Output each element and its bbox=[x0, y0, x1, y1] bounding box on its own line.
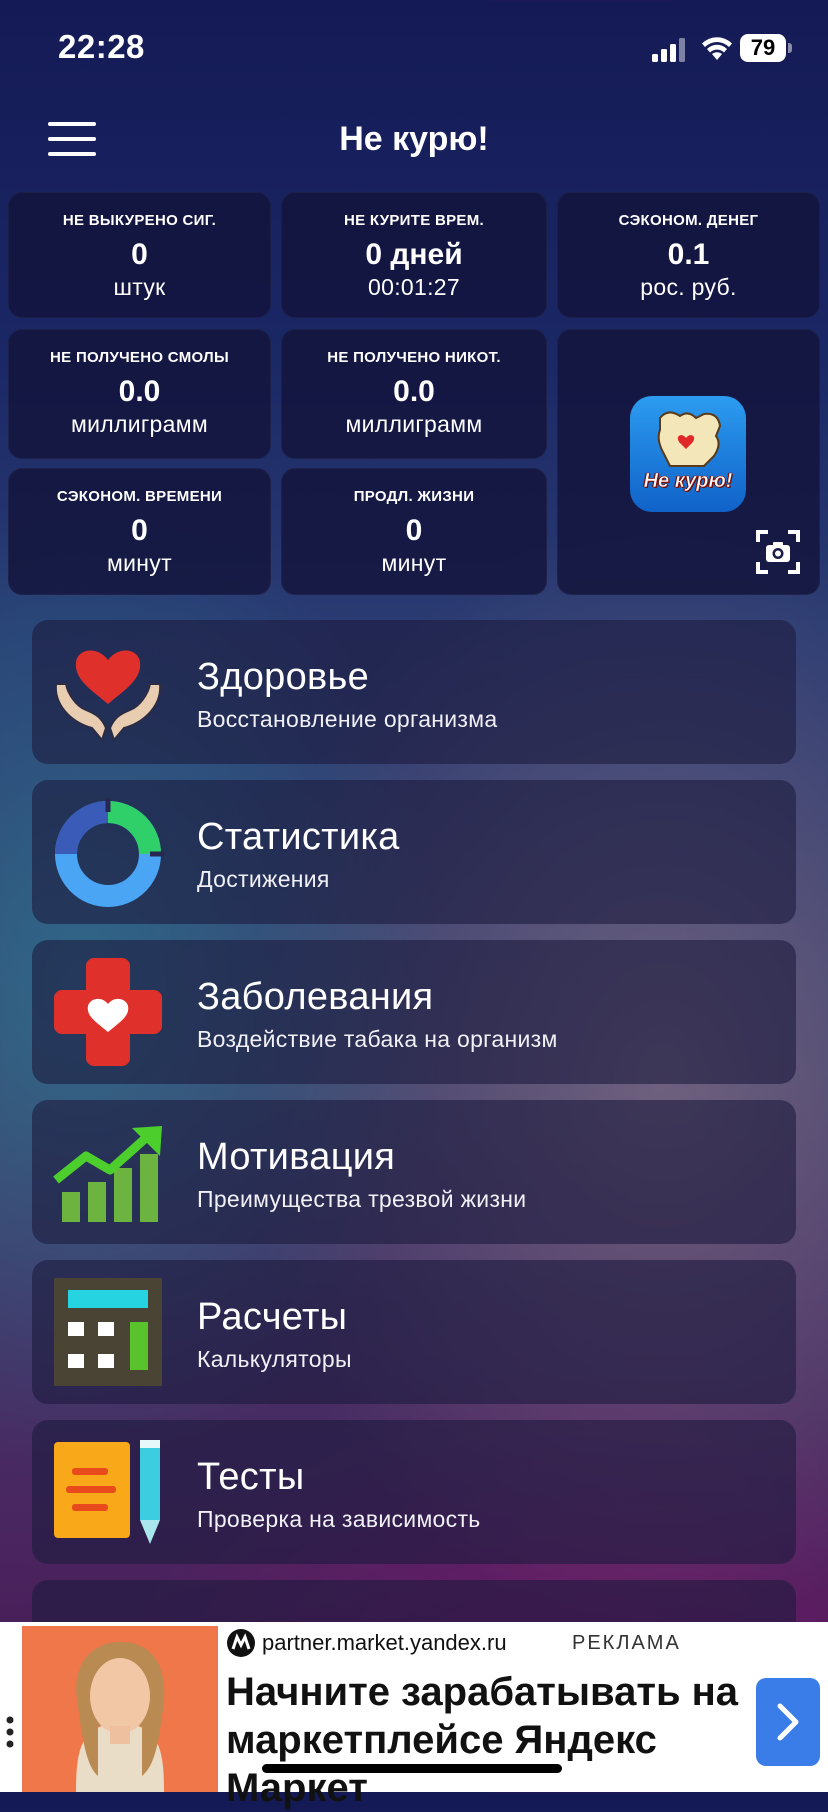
growth-chart-icon bbox=[53, 1126, 162, 1222]
stat-label: СЭКОНОМ. ВРЕМЕНИ bbox=[56, 488, 223, 505]
woman-portrait-image bbox=[22, 1626, 218, 1792]
home-indicator[interactable] bbox=[262, 1764, 562, 1773]
stat-value: 0 bbox=[405, 514, 423, 547]
stat-unit: минут bbox=[381, 550, 447, 576]
stat-label: НЕ ПОЛУЧЕНО СМОЛЫ bbox=[50, 349, 229, 366]
ad-source-url[interactable]: partner.market.yandex.ru bbox=[262, 1630, 507, 1656]
stat-tile-cigarettes: НЕ ВЫКУРЕНО СИГ. 0 штук bbox=[8, 192, 271, 318]
ad-options-icon[interactable] bbox=[6, 1714, 14, 1754]
menu-card-title: Статистика bbox=[197, 816, 400, 858]
menu-card-title: Заболевания bbox=[197, 976, 434, 1018]
stat-tile-money: СЭКОНОМ. ДЕНЕГ 0.1 рос. руб. bbox=[557, 192, 820, 318]
stat-unit: штук bbox=[113, 274, 166, 300]
stat-value: 0 bbox=[131, 514, 148, 547]
stat-tile-nicotine: НЕ ПОЛУЧЕНО НИКОТ. 0.0 миллиграмм bbox=[281, 329, 547, 459]
yandex-market-logo-icon bbox=[227, 1629, 255, 1657]
stat-label: НЕ КУРИТЕ ВРЕМ. bbox=[344, 212, 484, 229]
ad-label: РЕКЛАМА bbox=[572, 1632, 681, 1654]
notepad-pencil-icon bbox=[54, 1440, 160, 1544]
ad-open-button[interactable] bbox=[756, 1678, 820, 1766]
status-time: 22:28 bbox=[58, 28, 145, 65]
menu-card-subtitle: Калькуляторы bbox=[197, 1346, 352, 1372]
menu-card-title: Тесты bbox=[197, 1456, 305, 1498]
menu-card-subtitle: Проверка на зависимость bbox=[197, 1506, 481, 1532]
wifi-icon bbox=[702, 37, 732, 60]
status-bar: 22:28 79 bbox=[0, 0, 828, 100]
cellular-signal-icon bbox=[652, 38, 685, 62]
menu-card-title: Здоровье bbox=[197, 656, 370, 698]
stat-value: 0.0 bbox=[118, 375, 161, 408]
donut-chart-icon bbox=[55, 798, 164, 907]
menu-card-title: Расчеты bbox=[197, 1296, 348, 1338]
menu-card-calculations[interactable]: Расчеты Калькуляторы bbox=[32, 1260, 796, 1404]
calculator-icon bbox=[54, 1278, 162, 1386]
ad-image[interactable] bbox=[22, 1626, 218, 1792]
chevron-right-icon bbox=[777, 1703, 799, 1741]
stat-value: 0.1 bbox=[667, 238, 710, 271]
menu-card-subtitle: Воздействие табака на организм bbox=[197, 1026, 558, 1052]
stat-tile-life: ПРОДЛ. ЖИЗНИ 0 минут bbox=[281, 468, 547, 595]
menu-card-health[interactable]: Здоровье Восстановление организма bbox=[32, 620, 796, 764]
stat-label: ПРОДЛ. ЖИЗНИ bbox=[353, 488, 475, 505]
screenshot-camera-icon[interactable] bbox=[756, 530, 800, 574]
logo-text: Не курю! bbox=[643, 470, 733, 493]
menu-card-statistics[interactable]: Статистика Достижения bbox=[32, 780, 796, 924]
page-title: Не курю! bbox=[339, 120, 489, 158]
heart-hands-icon bbox=[54, 650, 162, 743]
stat-label: СЭКОНОМ. ДЕНЕГ bbox=[618, 212, 759, 229]
stat-unit: минут bbox=[107, 550, 172, 576]
stat-unit: миллиграмм bbox=[345, 411, 483, 437]
stat-unit: 00:01:27 bbox=[368, 274, 460, 300]
menu-card-tests[interactable]: Тесты Проверка на зависимость bbox=[32, 1420, 796, 1564]
stat-value: 0 дней bbox=[365, 238, 463, 271]
stat-label: НЕ ПОЛУЧЕНО НИКОТ. bbox=[327, 349, 501, 366]
menu-card-motivation[interactable]: Мотивация Преимущества трезвой жизни bbox=[32, 1100, 796, 1244]
battery-icon: 79 bbox=[740, 34, 792, 64]
menu-card-subtitle: Достижения bbox=[197, 866, 330, 892]
muscle-man-logo-icon bbox=[657, 411, 722, 467]
app-logo: Не курю! bbox=[630, 396, 746, 512]
stat-tile-time: НЕ КУРИТЕ ВРЕМ. 0 дней 00:01:27 bbox=[281, 192, 547, 318]
menu-card-title: Мотивация bbox=[197, 1136, 396, 1178]
stat-tile-tar: НЕ ПОЛУЧЕНО СМОЛЫ 0.0 миллиграмм bbox=[8, 329, 271, 459]
battery-level: 79 bbox=[740, 34, 786, 62]
stat-value: 0 bbox=[131, 238, 148, 271]
stat-value: 0.0 bbox=[393, 375, 435, 408]
stat-tile-saved-time: СЭКОНОМ. ВРЕМЕНИ 0 минут bbox=[8, 468, 271, 595]
ad-headline[interactable]: Начните зарабатывать на маркетплейсе Янд… bbox=[226, 1668, 746, 1812]
stat-unit: миллиграмм bbox=[71, 411, 208, 437]
stat-label: НЕ ВЫКУРЕНО СИГ. bbox=[62, 212, 217, 229]
menu-card-subtitle: Преимущества трезвой жизни bbox=[197, 1186, 527, 1212]
stat-unit: рос. руб. bbox=[640, 274, 737, 300]
medical-cross-icon bbox=[54, 958, 162, 1066]
menu-card-subtitle: Восстановление организма bbox=[197, 706, 498, 732]
menu-card-diseases[interactable]: Заболевания Воздействие табака на органи… bbox=[32, 940, 796, 1084]
